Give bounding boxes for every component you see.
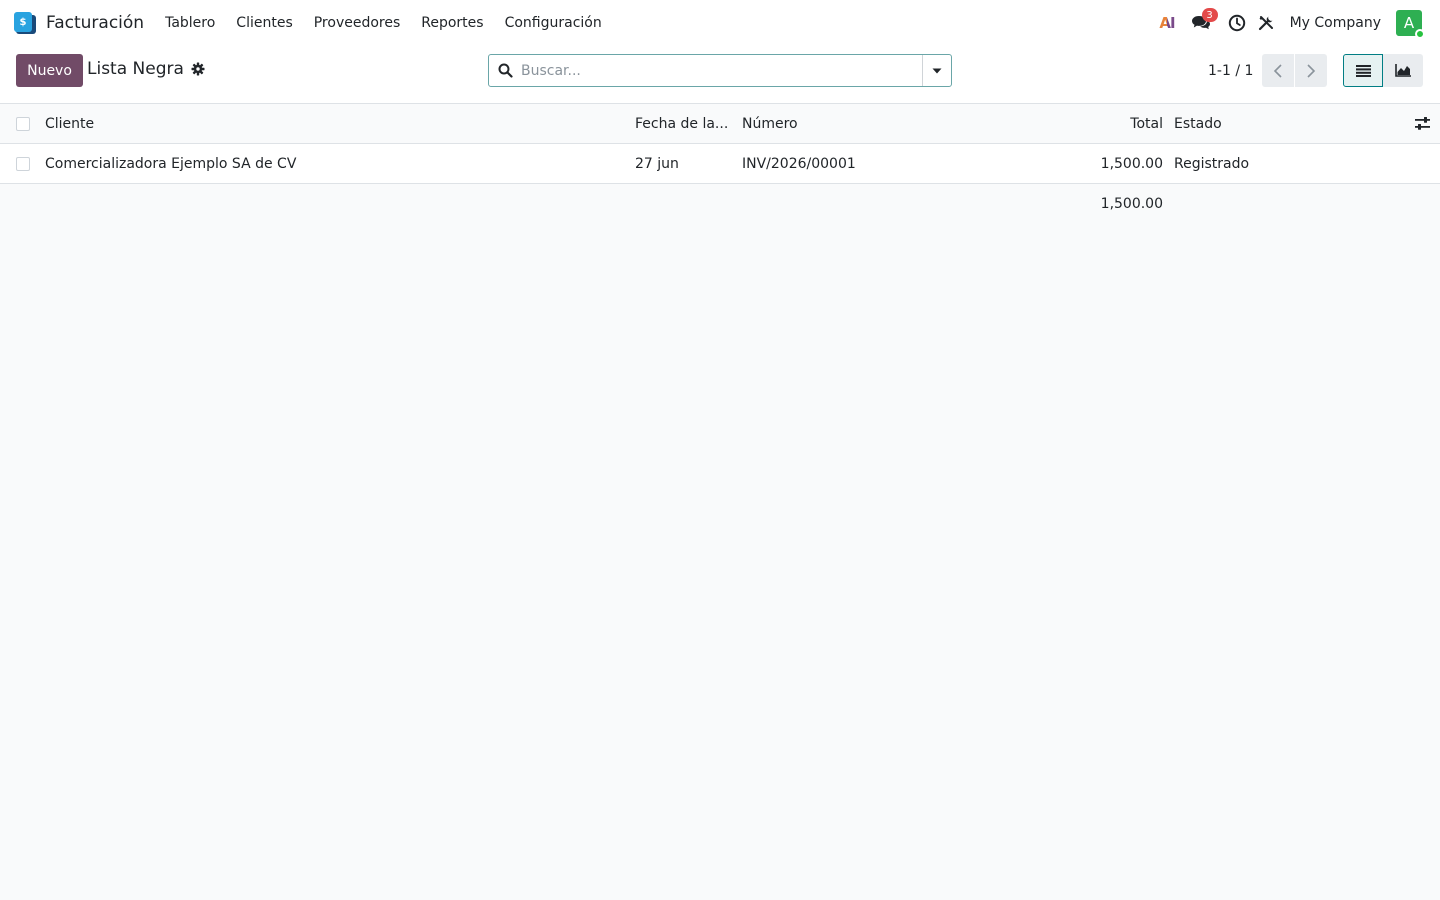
search-input[interactable] (521, 55, 922, 86)
new-button[interactable]: Nuevo (16, 54, 83, 87)
messages-icon[interactable]: 3 (1191, 8, 1218, 32)
user-avatar[interactable]: A (1396, 10, 1425, 39)
row-checkbox[interactable] (16, 157, 30, 171)
column-header-total[interactable]: Total (1130, 104, 1163, 144)
table-footer-row: 1,500.00 (0, 184, 1440, 224)
table-row[interactable]: Comercializadora Ejemplo SA de CV 27 jun… (0, 144, 1440, 184)
invoicing-app-icon[interactable]: $ (14, 12, 36, 34)
menu-tablero[interactable]: Tablero (165, 15, 215, 31)
online-status-dot (1415, 29, 1425, 39)
pager-previous-button[interactable] (1262, 54, 1294, 87)
column-header-number[interactable]: Número (742, 104, 798, 144)
footer-total: 1,500.00 (1100, 196, 1163, 212)
activity-clock-icon[interactable] (1228, 14, 1246, 32)
pager-value[interactable]: 1-1 / 1 (1208, 63, 1253, 79)
ai-icon[interactable]: AI (1159, 14, 1175, 32)
area-chart-icon (1395, 64, 1411, 77)
control-panel: Nuevo Lista Negra Buscar... 1-1 / 1 (0, 46, 1440, 104)
search-box (488, 54, 952, 87)
menu-configuracion[interactable]: Configuración (505, 15, 602, 31)
row-state: Registrado (1174, 156, 1250, 172)
column-header-state[interactable]: Estado (1174, 104, 1222, 144)
breadcrumb: Lista Negra (87, 59, 205, 79)
column-header-client[interactable]: Cliente (45, 104, 94, 144)
top-navbar: $ Facturación Tablero Clientes Proveedor… (0, 0, 1440, 46)
messages-count-badge: 3 (1201, 8, 1218, 22)
optional-columns-icon[interactable] (1415, 116, 1430, 131)
search-options-toggle[interactable] (922, 55, 951, 86)
row-number: INV/2026/00001 (742, 156, 856, 172)
list-view-button[interactable] (1343, 54, 1383, 87)
page-title: Lista Negra (87, 59, 184, 79)
invoice-list-table: Cliente Fecha de la... Número Total Esta… (0, 104, 1440, 224)
select-all-checkbox[interactable] (16, 117, 30, 131)
pager-next-button[interactable] (1295, 54, 1327, 87)
chevron-right-icon (1307, 63, 1316, 78)
app-name[interactable]: Facturación (46, 13, 144, 33)
row-total: 1,500.00 (1100, 156, 1163, 172)
graph-view-button[interactable] (1383, 54, 1423, 87)
table-header-row: Cliente Fecha de la... Número Total Esta… (0, 104, 1440, 144)
row-date: 27 jun (635, 156, 679, 172)
company-switcher[interactable]: My Company (1290, 15, 1381, 31)
chevron-left-icon (1273, 63, 1282, 78)
row-client: Comercializadora Ejemplo SA de CV (45, 156, 297, 172)
menu-clientes[interactable]: Clientes (236, 15, 292, 31)
search-icon (489, 63, 521, 78)
menu-reportes[interactable]: Reportes (421, 15, 483, 31)
list-icon (1355, 64, 1371, 77)
caret-down-icon (932, 68, 942, 73)
column-header-date[interactable]: Fecha de la... (635, 104, 728, 144)
navbar-systray: AI 3 My Company A (1159, 0, 1425, 46)
gear-icon[interactable] (191, 62, 205, 76)
debug-tools-icon[interactable] (1258, 15, 1274, 31)
menu-proveedores[interactable]: Proveedores (314, 15, 401, 31)
